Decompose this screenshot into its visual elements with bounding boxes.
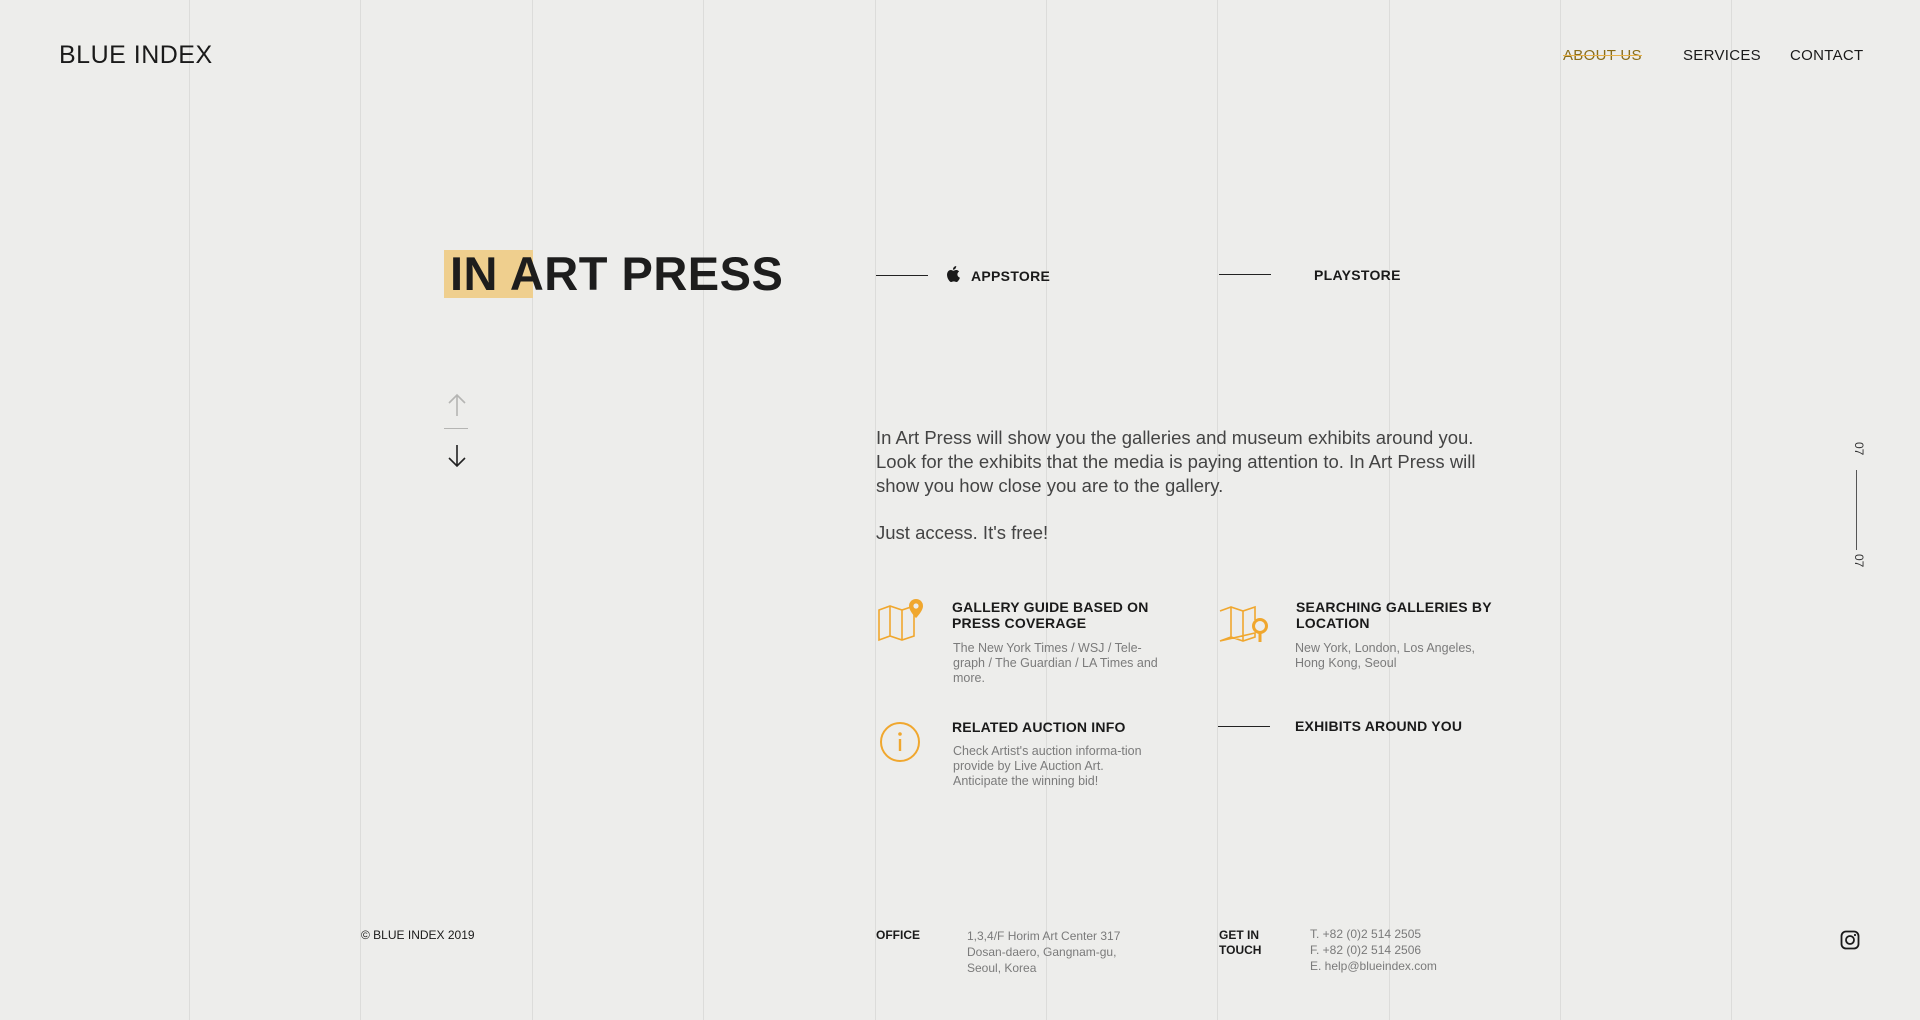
grid-line (1731, 0, 1732, 1020)
contact-label: GET IN TOUCH (1219, 928, 1261, 958)
description-paragraph: In Art Press will show you the galleries… (876, 427, 1476, 496)
grid-line (1046, 0, 1047, 1020)
feature-text: New York, London, Los Angeles, Hong Kong… (1295, 641, 1475, 670)
grid-line (1560, 0, 1561, 1020)
map-pin-icon (878, 599, 923, 642)
contact-email[interactable]: E. help@blueindex.com (1310, 958, 1490, 974)
grid-line (1217, 0, 1218, 1020)
info-circle-icon (880, 722, 920, 762)
office-label: OFFICE (876, 928, 920, 942)
contact-details: T. +82 (0)2 514 2505 F. +82 (0)2 514 250… (1310, 926, 1490, 974)
logo[interactable]: BLUE INDEX (59, 41, 213, 70)
feature-line-divider (1218, 726, 1270, 727)
feature-text: Check Artist's auction informa-tion prov… (953, 744, 1142, 788)
grid-line (703, 0, 704, 1020)
pager-current: 07 (1852, 442, 1866, 456)
feature-title: SEARCHING GALLERIES BY LOCATION (1296, 599, 1492, 631)
map-search-icon (1219, 605, 1268, 642)
apple-icon (947, 266, 960, 282)
description-tagline: Just access. It's free! (876, 522, 1049, 543)
playstore-line (1219, 274, 1271, 275)
grid-line (189, 0, 190, 1020)
nav-services[interactable]: SERVICES (1683, 47, 1761, 64)
contact-label-line: TOUCH (1219, 943, 1262, 957)
copyright: © BLUE INDEX 2019 (361, 928, 475, 942)
grid-line (532, 0, 533, 1020)
playstore-link[interactable]: PLAYSTORE (1314, 267, 1401, 283)
page-indicator: 07 07 (1846, 442, 1866, 577)
grid-line (360, 0, 361, 1020)
pager-total: 07 (1852, 554, 1866, 568)
contact-fax: F. +82 (0)2 514 2506 (1310, 943, 1422, 957)
office-address-line: Dosan-daero, Gangnam-gu, (967, 945, 1117, 959)
office-address: 1,3,4/F Horim Art Center 317 Dosan-daero… (967, 928, 1147, 976)
grid-line (875, 0, 876, 1020)
office-address-line: 1,3,4/F Horim Art Center 317 (967, 929, 1121, 943)
feature-title: RELATED AUCTION INFO (952, 719, 1126, 735)
feature-title[interactable]: EXHIBITS AROUND YOU (1295, 718, 1515, 734)
feature-title: GALLERY GUIDE BASED ON PRESS COVERAGE (952, 599, 1149, 631)
contact-phone: T. +82 (0)2 514 2505 (1310, 927, 1422, 941)
appstore-line (876, 275, 928, 276)
instagram-icon[interactable] (1840, 930, 1860, 950)
arrow-separator (444, 428, 468, 429)
grid-line (1389, 0, 1390, 1020)
arrow-down-icon[interactable] (444, 443, 470, 469)
nav-about-us[interactable]: ABOUT US (1563, 47, 1642, 64)
contact-label-line: GET IN (1219, 928, 1260, 942)
page-title: IN ART PRESS (450, 247, 784, 300)
office-address-line: Seoul, Korea (967, 961, 1037, 975)
arrow-up-icon[interactable] (444, 392, 470, 418)
feature-text: The New York Times / WSJ / Tele-graph / … (953, 641, 1158, 685)
nav-contact[interactable]: CONTACT (1790, 47, 1863, 64)
pager-line (1856, 470, 1857, 550)
section-arrows (444, 392, 470, 469)
appstore-link[interactable]: APPSTORE (971, 268, 1050, 284)
